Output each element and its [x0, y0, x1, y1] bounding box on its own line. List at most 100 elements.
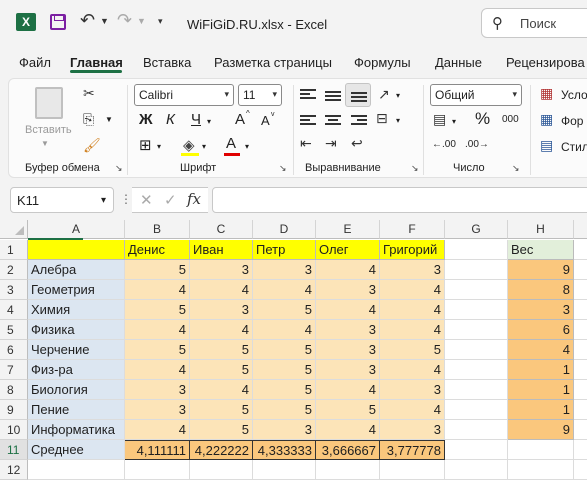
grade-cell[interactable]: 4 — [316, 380, 380, 400]
grade-cell[interactable]: 3 — [190, 300, 253, 320]
decrease-decimal-button[interactable]: .00→ — [465, 139, 489, 150]
comma-style-button[interactable]: 000 — [502, 114, 519, 125]
column-header-b[interactable]: B — [125, 220, 190, 239]
grade-cell[interactable]: 3 — [253, 420, 316, 440]
row-header-5[interactable]: 5 — [0, 320, 28, 340]
grade-cell[interactable]: 3 — [316, 280, 380, 300]
tab-home[interactable]: Главная — [70, 55, 123, 70]
font-size-combo[interactable]: 11 ▾ — [238, 84, 282, 106]
column-header-e[interactable]: E — [316, 220, 380, 239]
cell[interactable] — [380, 460, 445, 480]
weight-cell[interactable]: 6 — [508, 320, 574, 340]
merge-center-icon[interactable]: ⊟ — [376, 110, 388, 127]
increase-decimal-button[interactable]: ←.00 — [432, 139, 456, 150]
conditional-formatting-icon[interactable]: ▦ — [540, 85, 553, 102]
grade-cell[interactable]: 4 — [316, 260, 380, 280]
clipboard-launcher-icon[interactable]: ↘ — [115, 163, 123, 174]
average-cell[interactable]: 4,222222 — [190, 440, 253, 460]
subject-cell[interactable]: Физика — [28, 320, 125, 340]
header-cell[interactable]: Григорий — [380, 240, 445, 260]
tab-insert[interactable]: Вставка — [143, 55, 191, 70]
save-icon[interactable] — [50, 14, 66, 30]
borders-icon[interactable]: ⊞ — [139, 136, 152, 154]
grade-cell[interactable]: 4 — [380, 280, 445, 300]
grade-cell[interactable]: 3 — [380, 380, 445, 400]
column-header-i[interactable]: I — [574, 220, 587, 239]
align-middle-icon[interactable] — [325, 89, 341, 103]
average-cell[interactable]: 4,333333 — [253, 440, 316, 460]
grade-cell[interactable]: 4 — [125, 420, 190, 440]
cell[interactable] — [574, 340, 587, 360]
cell[interactable] — [28, 460, 125, 480]
search-box[interactable]: ⚲ Поиск — [481, 8, 587, 38]
average-cell[interactable]: 3,777778 — [380, 440, 445, 460]
align-center-icon[interactable] — [325, 113, 341, 127]
cell-styles-icon[interactable]: ▤ — [540, 137, 553, 154]
weight-cell[interactable]: 9 — [508, 260, 574, 280]
weight-cell[interactable]: 4 — [508, 340, 574, 360]
grade-cell[interactable]: 3 — [125, 400, 190, 420]
weight-cell[interactable]: 3 — [508, 300, 574, 320]
cancel-icon[interactable]: ✕ — [140, 191, 153, 209]
cell[interactable] — [445, 260, 508, 280]
subject-cell[interactable]: Физ-ра — [28, 360, 125, 380]
grade-cell[interactable]: 5 — [380, 340, 445, 360]
orientation-icon[interactable]: ↗ — [378, 86, 390, 103]
grade-cell[interactable]: 4 — [125, 360, 190, 380]
insert-function-button[interactable]: fx — [187, 190, 201, 208]
fill-color-dropdown-icon[interactable]: ▾ — [202, 142, 206, 151]
grade-cell[interactable]: 5 — [253, 400, 316, 420]
cell[interactable] — [574, 260, 587, 280]
cell[interactable] — [508, 460, 574, 480]
grade-cell[interactable]: 5 — [190, 420, 253, 440]
cell[interactable] — [574, 400, 587, 420]
select-all-button[interactable] — [0, 220, 28, 239]
cell[interactable] — [508, 440, 574, 460]
grade-cell[interactable]: 3 — [190, 260, 253, 280]
column-header-c[interactable]: C — [190, 220, 253, 239]
cell[interactable] — [445, 300, 508, 320]
cell[interactable] — [574, 300, 587, 320]
cell[interactable] — [445, 280, 508, 300]
row-header-2[interactable]: 2 — [0, 260, 28, 280]
grade-cell[interactable]: 4 — [190, 380, 253, 400]
cell[interactable] — [316, 460, 380, 480]
grade-cell[interactable]: 4 — [190, 320, 253, 340]
column-header-a[interactable]: A — [28, 220, 125, 239]
grade-cell[interactable]: 3 — [316, 320, 380, 340]
conditional-formatting-button[interactable]: Усло — [561, 88, 587, 102]
column-header-d[interactable]: D — [253, 220, 316, 239]
grade-cell[interactable]: 5 — [190, 340, 253, 360]
cell[interactable] — [125, 460, 190, 480]
bold-button[interactable]: Ж — [139, 111, 153, 128]
align-left-icon[interactable] — [300, 113, 316, 127]
grade-cell[interactable]: 4 — [253, 280, 316, 300]
cell[interactable] — [445, 460, 508, 480]
worksheet-grid[interactable]: ABCDEFGHI123456789101112ДенисИванПетрОле… — [0, 220, 587, 488]
cell[interactable] — [445, 420, 508, 440]
grade-cell[interactable]: 4 — [380, 300, 445, 320]
average-label-cell[interactable]: Среднее — [28, 440, 125, 460]
grade-cell[interactable]: 4 — [125, 280, 190, 300]
column-header-g[interactable]: G — [445, 220, 508, 239]
tab-file[interactable]: Файл — [19, 55, 51, 70]
paste-icon[interactable] — [35, 87, 63, 119]
cell-styles-button[interactable]: Стил — [561, 140, 587, 154]
orientation-dropdown-icon[interactable]: ▾ — [396, 91, 400, 100]
format-painter-icon[interactable]: 🖌 — [83, 137, 101, 154]
cell[interactable] — [574, 460, 587, 480]
undo-dropdown-icon[interactable]: ▼ — [100, 16, 109, 26]
borders-dropdown-icon[interactable]: ▾ — [157, 142, 161, 151]
cell[interactable] — [574, 380, 587, 400]
weight-cell[interactable]: 1 — [508, 360, 574, 380]
grade-cell[interactable]: 5 — [125, 260, 190, 280]
font-name-combo[interactable]: Calibri ▾ — [134, 84, 234, 106]
row-header-10[interactable]: 10 — [0, 420, 28, 440]
row-header-11[interactable]: 11 — [0, 440, 28, 460]
header-cell[interactable]: Олег — [316, 240, 380, 260]
accounting-dropdown-icon[interactable]: ▾ — [452, 117, 456, 126]
weight-cell[interactable]: 1 — [508, 380, 574, 400]
grow-font-button[interactable]: A — [235, 111, 245, 128]
row-header-1[interactable]: 1 — [0, 240, 28, 260]
grade-cell[interactable]: 4 — [253, 320, 316, 340]
